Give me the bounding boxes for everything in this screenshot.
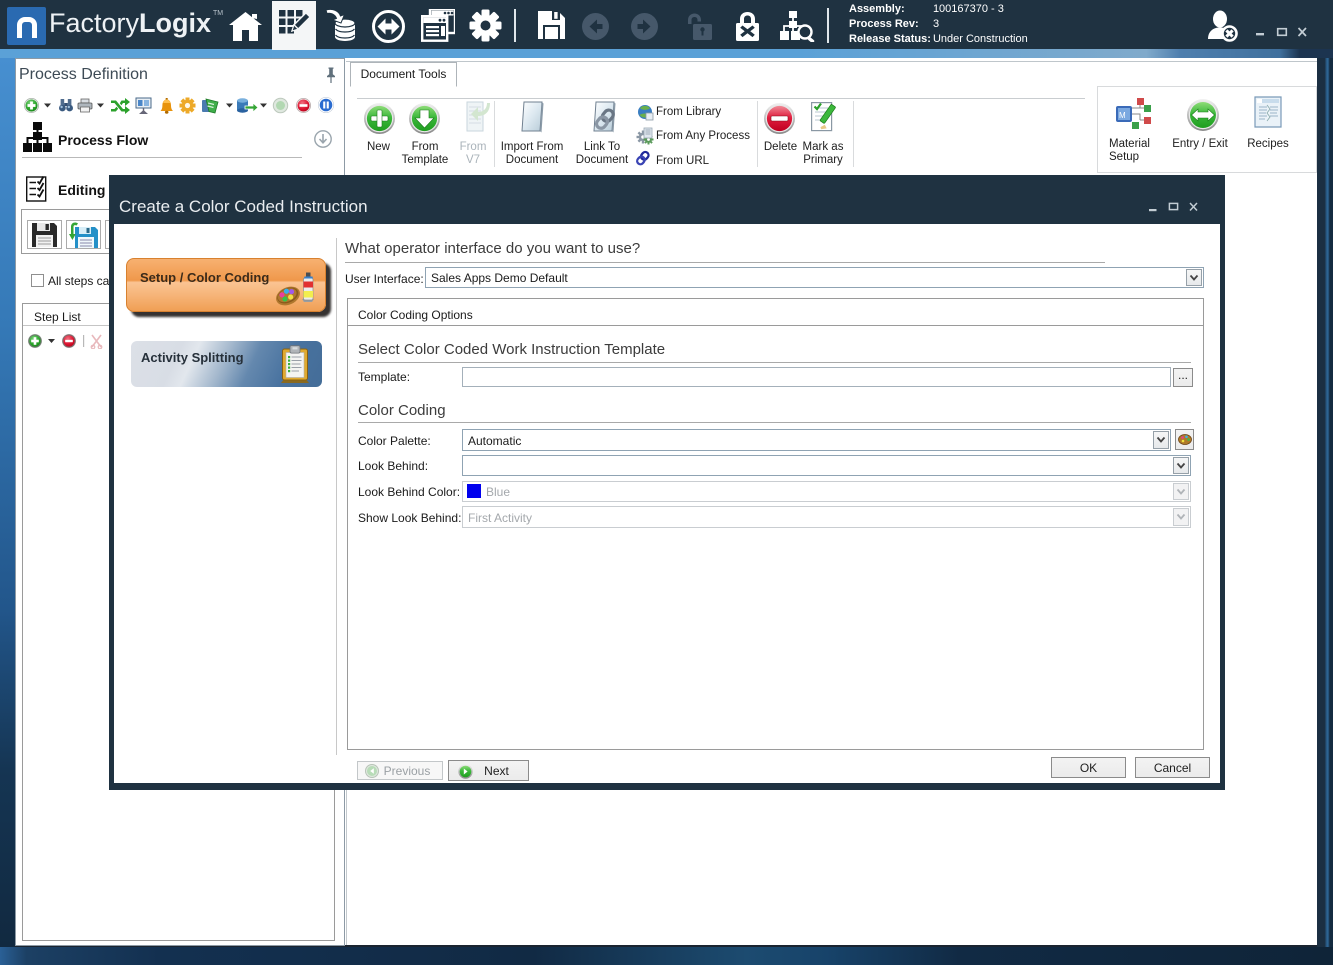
svg-text:M: M <box>1119 111 1126 120</box>
